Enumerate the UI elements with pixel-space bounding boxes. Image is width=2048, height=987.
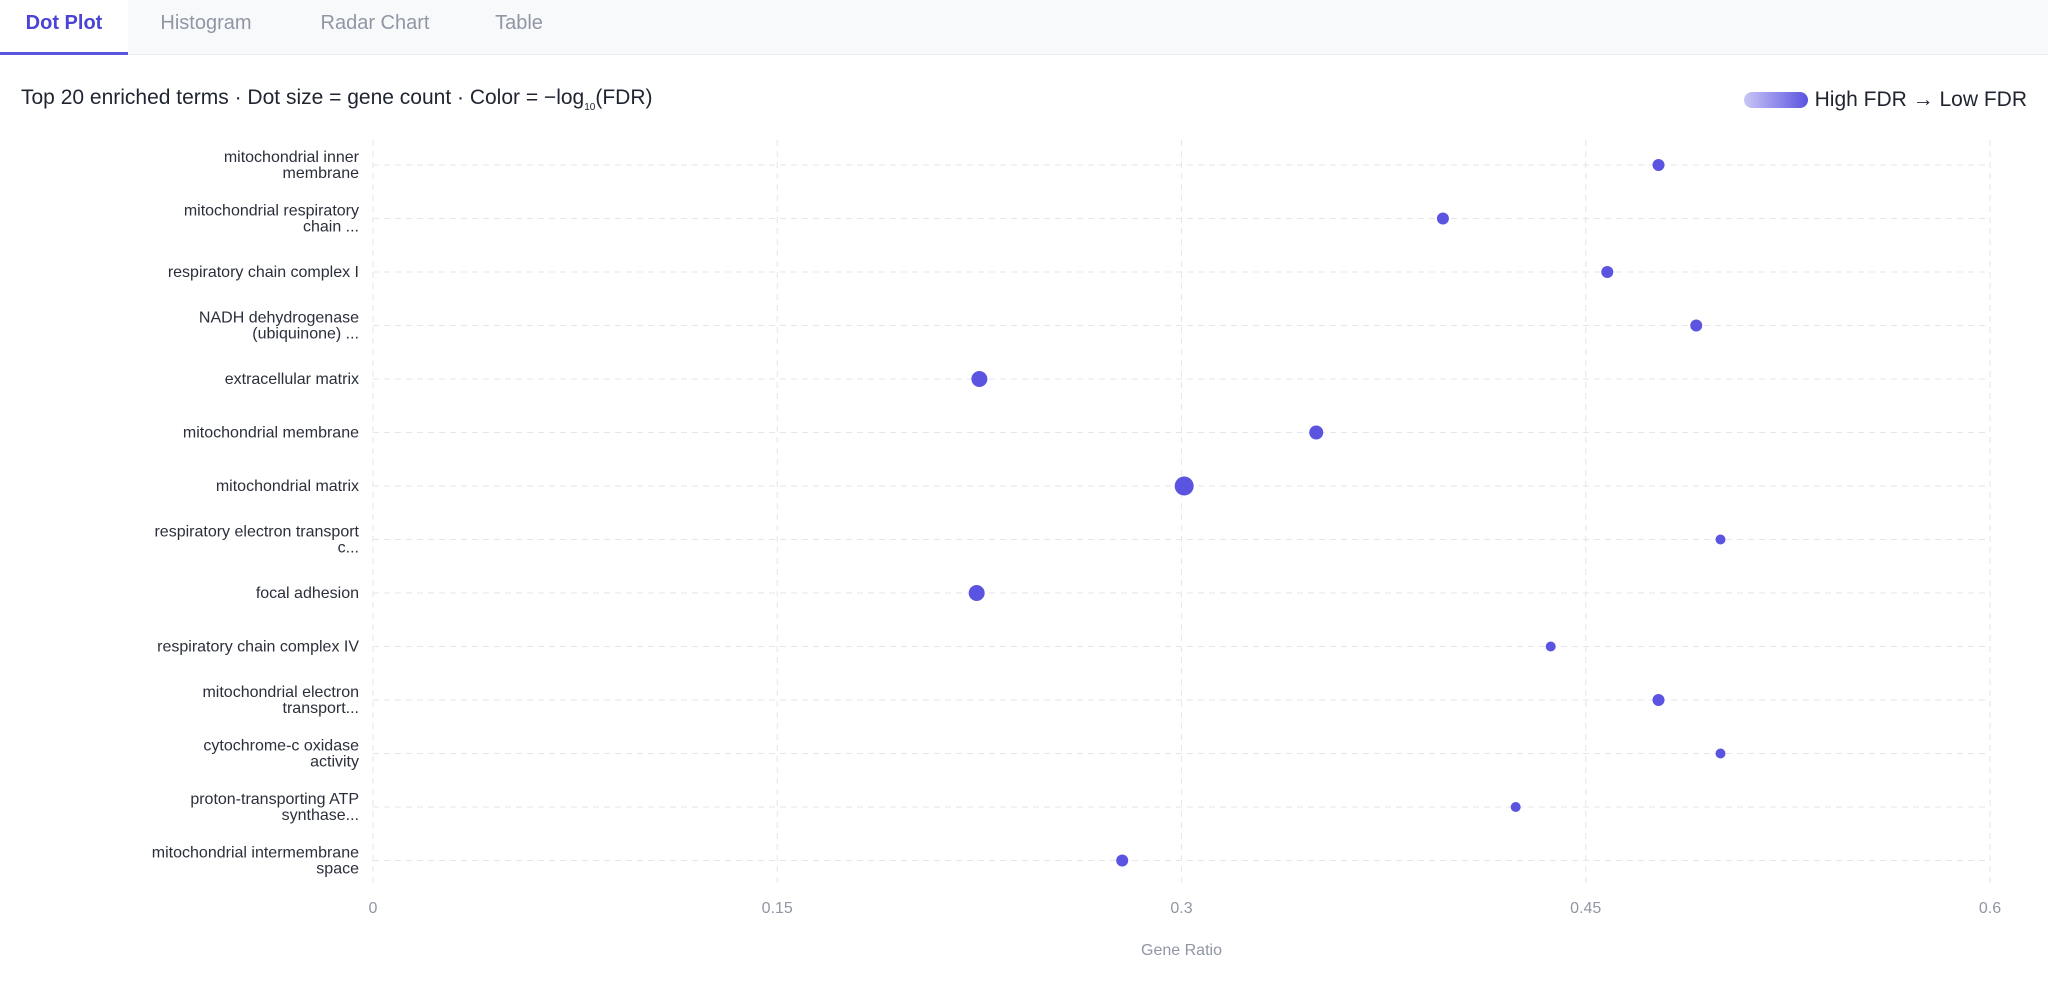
tab-dot-plot[interactable]: Dot Plot [0, 0, 128, 55]
y-tick-label: mitochondrial membrane [183, 425, 359, 442]
y-tick-label: NADH dehydrogenase (ubiquinone) ... [199, 310, 359, 343]
tab-table[interactable]: Table [480, 0, 558, 54]
data-point [971, 371, 988, 387]
data-point [1510, 802, 1521, 812]
y-tick-label: extracellular matrix [225, 371, 359, 388]
data-point [1690, 319, 1703, 332]
y-tick-label: proton-transporting ATP synthase... [190, 791, 359, 824]
data-point [968, 585, 985, 601]
data-point [1652, 694, 1665, 706]
x-tick-label: 0 [369, 900, 378, 917]
x-axis-title: Gene Ratio [1141, 942, 1222, 959]
chart-subtitle: Top 20 enriched terms · Dot size = gene … [21, 86, 653, 113]
x-tick-label: 0.15 [762, 900, 793, 917]
x-tick-label: 0.3 [1170, 900, 1192, 917]
y-tick-label: mitochondrial respiratory chain ... [184, 203, 359, 236]
data-point [1601, 266, 1614, 278]
data-point [1116, 854, 1129, 867]
legend-label: High FDR → Low FDR [1814, 88, 2027, 111]
color-gradient-bar [1743, 92, 1808, 108]
data-point [1715, 748, 1726, 759]
data-point [1174, 476, 1194, 496]
subtitle-suffix: (FDR) [595, 86, 653, 109]
color-legend: High FDR → Low FDR [1743, 86, 2027, 114]
dot-plot-chart: mitochondrial inner membrane mitochondrial… [152, 140, 2001, 959]
data-point [1545, 641, 1556, 652]
data-point [1652, 159, 1665, 171]
x-tick-label: 0.45 [1570, 900, 1601, 917]
y-tick-label: respiratory electron transport c... [154, 524, 359, 557]
tab-radar-chart[interactable]: Radar Chart [302, 0, 448, 54]
y-tick-label: respiratory chain complex IV [157, 639, 359, 656]
tab-bar: Dot Plot Histogram Radar Chart Table [0, 0, 2048, 55]
y-tick-label: focal adhesion [256, 585, 359, 602]
data-point [1436, 212, 1449, 225]
data-point [1715, 534, 1726, 545]
subtitle-subscript: 10 [584, 102, 596, 113]
y-tick-label: cytochrome-c oxidase activity [203, 738, 359, 771]
data-point [1309, 425, 1324, 440]
y-tick-label: mitochondrial intermembrane space [152, 845, 359, 878]
y-tick-label: mitochondrial electron transport... [202, 684, 359, 717]
y-tick-label: respiratory chain complex I [168, 264, 359, 281]
tab-histogram[interactable]: Histogram [144, 0, 268, 54]
y-tick-label: mitochondrial matrix [216, 478, 359, 495]
y-tick-label: mitochondrial inner membrane [224, 149, 360, 182]
x-tick-label: 0.6 [1979, 900, 2001, 917]
subtitle-prefix: Top 20 enriched terms · Dot size = gene … [21, 86, 585, 109]
